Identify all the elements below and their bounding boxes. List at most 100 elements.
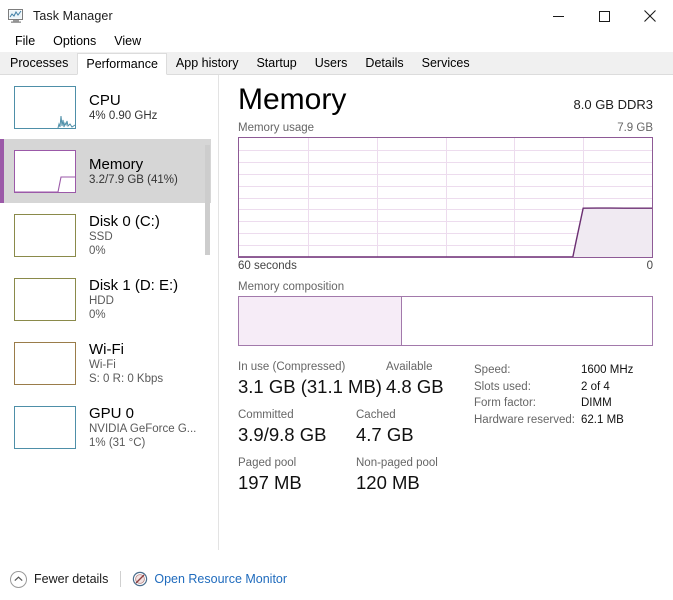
wifi-thumbnail-graph [14,341,76,385]
composition-title: Memory composition [238,281,345,293]
stat-row-2: Committed 3.9/9.8 GB Cached 4.7 GB [238,408,474,447]
memory-usage-graph[interactable] [238,137,653,258]
stat-committed-value: 3.9/9.8 GB [238,424,327,445]
page-title: Memory [238,83,347,116]
window-controls [535,0,673,32]
task-manager-icon [8,9,23,23]
sidebar-item-cpu[interactable]: CPU 4% 0.90 GHz [0,75,211,139]
stat-cached-caption: Cached [356,409,396,421]
window-title: Task Manager [33,9,113,23]
fewer-details-button[interactable]: Fewer details [10,570,109,588]
disk0-thumbnail-graph [14,213,76,257]
sidebar-item-gpu-0-sub2: 1% (31 °C) [89,436,146,449]
gpu0-thumbnail-graph [14,405,76,449]
memory-usage-series [239,207,652,257]
stat-committed-caption: Committed [238,409,294,421]
open-resource-monitor-button[interactable]: Open Resource Monitor [132,571,287,587]
maximize-icon [598,10,610,22]
content-area: CPU 4% 0.90 GHz Memory 3.2/7.9 GB (41%) [0,75,673,550]
memory-detail-pane: Memory 8.0 GB DDR3 Memory usage 7.9 GB 6… [228,75,673,550]
stat-slots-used-value: 2 of 4 [581,380,610,393]
usage-graph-axis: 60 seconds 0 [238,260,653,272]
memory-stats-right: Speed: 1600 MHz Slots used: 2 of 4 Form … [474,360,663,504]
stat-available-caption: Available [386,361,433,373]
tab-app-history[interactable]: App history [167,52,248,74]
stat-row-3: Paged pool 197 MB Non-paged pool 120 MB [238,456,474,495]
tab-details[interactable]: Details [356,52,412,74]
memory-stats-left: In use (Compressed) 3.1 GB (31.1 MB) Ava… [238,360,474,504]
cpu-thumbnail-graph [14,85,76,129]
sidebar-item-wifi-text: Wi-Fi Wi-Fi S: 0 R: 0 Kbps [89,341,163,386]
sidebar-item-wifi-sub1: Wi-Fi [89,358,116,371]
stat-in-use-value: 3.1 GB (31.1 MB) [238,376,382,397]
tab-strip: Processes Performance App history Startu… [0,52,673,75]
stat-row-1: In use (Compressed) 3.1 GB (31.1 MB) Ava… [238,360,474,399]
sidebar-item-wifi-sub2: S: 0 R: 0 Kbps [89,372,164,385]
sidebar-item-cpu-title: CPU [89,91,121,109]
close-icon [644,10,656,22]
tab-services[interactable]: Services [413,52,479,74]
menu-item-view[interactable]: View [105,32,150,50]
stat-speed: Speed: 1600 MHz [474,362,663,379]
tab-startup[interactable]: Startup [247,52,305,74]
stat-paged-pool: Paged pool 197 MB [238,456,356,495]
usage-graph-max: 7.9 GB [617,122,653,134]
sidebar-item-disk-1[interactable]: Disk 1 (D: E:) HDD 0% [0,267,211,331]
memory-composition-bar[interactable] [238,296,653,346]
usage-graph-labels: Memory usage 7.9 GB [228,122,673,134]
sidebar-item-gpu-0[interactable]: GPU 0 NVIDIA GeForce G... 1% (31 °C) [0,395,211,459]
composition-segment-available [401,297,652,345]
stat-available: Available 4.8 GB [386,360,444,399]
axis-right-label: 0 [646,260,653,272]
memory-thumbnail-graph [14,149,76,193]
stat-non-paged-pool-caption: Non-paged pool [356,457,438,469]
title-bar: Task Manager [0,0,673,32]
stat-non-paged-pool-value: 120 MB [356,472,420,493]
sidebar-item-memory-title: Memory [89,155,144,173]
stat-hardware-reserved-value: 62.1 MB [581,413,624,426]
stat-speed-key: Speed: [474,364,511,376]
sidebar-item-disk-1-text: Disk 1 (D: E:) HDD 0% [89,277,178,322]
stat-available-value: 4.8 GB [386,376,444,397]
minimize-button[interactable] [535,0,581,32]
stat-form-factor: Form factor: DIMM [474,395,663,412]
sidebar-divider [218,75,219,550]
stat-speed-value: 1600 MHz [581,364,634,376]
menu-item-options[interactable]: Options [44,32,105,50]
stat-non-paged-pool: Non-paged pool 120 MB [356,456,438,495]
tab-users[interactable]: Users [306,52,357,74]
stat-cached: Cached 4.7 GB [356,408,414,447]
memory-stats: In use (Compressed) 3.1 GB (31.1 MB) Ava… [228,360,673,504]
menu-bar: File Options View [0,30,673,52]
tab-processes[interactable]: Processes [1,52,77,74]
stat-slots-used: Slots used: 2 of 4 [474,379,663,396]
maximize-button[interactable] [581,0,627,32]
sidebar-item-wifi[interactable]: Wi-Fi Wi-Fi S: 0 R: 0 Kbps [0,331,211,395]
stat-hardware-reserved: Hardware reserved: 62.1 MB [474,412,663,429]
sidebar-item-gpu-0-sub1: NVIDIA GeForce G... [89,422,197,435]
footer-divider [120,571,122,587]
resource-monitor-icon [133,571,148,587]
stat-committed: Committed 3.9/9.8 GB [238,408,356,447]
close-button[interactable] [627,0,673,32]
stat-in-use-caption: In use (Compressed) [238,361,346,373]
sidebar-item-gpu-0-text: GPU 0 NVIDIA GeForce G... 1% (31 °C) [89,405,196,450]
tab-performance[interactable]: Performance [77,53,167,75]
fewer-details-label: Fewer details [34,572,109,586]
sidebar-item-disk-1-sub2: 0% [89,308,106,321]
sidebar-item-disk-0[interactable]: Disk 0 (C:) SSD 0% [0,203,211,267]
sidebar-item-memory-text: Memory 3.2/7.9 GB (41%) [89,156,178,187]
sidebar-item-disk-0-sub1: SSD [89,230,113,243]
resource-sidebar[interactable]: CPU 4% 0.90 GHz Memory 3.2/7.9 GB (41%) [0,75,211,550]
stat-cached-value: 4.7 GB [356,424,414,445]
sidebar-item-memory[interactable]: Memory 3.2/7.9 GB (41%) [0,139,211,203]
sidebar-item-gpu-0-title: GPU 0 [89,404,135,422]
axis-left-label: 60 seconds [238,260,297,272]
sidebar-item-disk-0-title: Disk 0 (C:) [89,212,160,230]
memory-header: Memory 8.0 GB DDR3 [228,75,673,121]
task-manager-window: Task Manager File Options View Processes… [0,0,673,600]
menu-item-file[interactable]: File [6,32,44,50]
composition-segment-in-use [239,297,402,345]
sidebar-scrollbar[interactable] [205,145,210,255]
disk1-thumbnail-graph [14,277,76,321]
